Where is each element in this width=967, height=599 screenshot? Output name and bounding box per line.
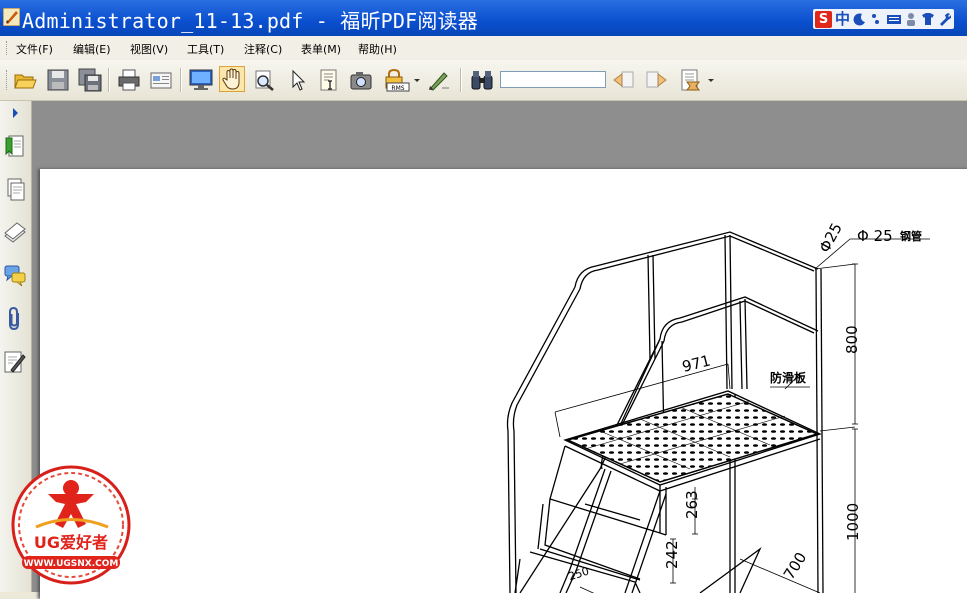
rms-dropdown-icon[interactable] (413, 68, 421, 92)
menu-help[interactable]: 帮助(H) (358, 41, 397, 57)
dim-pipe-dia: Φ 25 (857, 227, 893, 245)
menu-edit[interactable]: 编辑(E) (73, 41, 111, 57)
find-binoculars-icon[interactable] (470, 68, 494, 92)
menu-tools[interactable]: 工具(T) (187, 41, 224, 57)
toolbar-separator (108, 68, 110, 92)
toolbar-separator (460, 68, 462, 92)
search-next-icon[interactable] (644, 68, 668, 92)
bookmarks-icon[interactable] (3, 134, 27, 160)
title-bar: Administrator_11-13.pdf - 福昕PDF阅读器 S 中 (0, 0, 967, 36)
menu-view[interactable]: 视图(V) (130, 41, 168, 57)
window-title: Administrator_11-13.pdf - 福昕PDF阅读器 (22, 9, 478, 33)
main-toolbar: RMS (0, 60, 967, 101)
label-pipe-material: 钢管 (900, 229, 922, 243)
dim-pipe-dia-small: Φ25 (815, 220, 845, 256)
dim-step-rise-2: 242 (663, 540, 681, 569)
save-icon[interactable] (46, 68, 70, 92)
save-all-icon[interactable] (78, 68, 102, 92)
search-prev-icon[interactable] (612, 68, 636, 92)
menu-bar: 文件(F) 编辑(E) 视图(V) 工具(T) 注释(C) 表单(M) 帮助(H… (0, 36, 967, 60)
signatures-icon[interactable] (3, 349, 27, 375)
properties-dropdown-icon[interactable] (707, 68, 715, 92)
open-icon[interactable] (13, 68, 37, 92)
zoom-glass-icon[interactable] (253, 68, 277, 92)
tools-wrench-icon[interactable] (938, 12, 952, 26)
pages-icon[interactable] (3, 177, 27, 203)
menu-file[interactable]: 文件(F) (16, 41, 53, 57)
ug-watermark-logo: UG爱好者 WWW.UGSNX.COM (11, 465, 131, 585)
foxit-app-icon[interactable] (3, 8, 20, 26)
snapshot-icon[interactable] (349, 68, 373, 92)
menu-grip[interactable] (6, 41, 9, 55)
dim-platform-height: 1000 (844, 503, 862, 541)
ug-brand-text: UG爱好者 (34, 533, 108, 552)
skin-shirt-icon[interactable] (921, 12, 935, 26)
find-input[interactable] (500, 71, 606, 88)
expand-arrow-icon[interactable] (3, 103, 27, 123)
ime-toolbar[interactable]: S 中 (813, 9, 955, 29)
menu-comments[interactable]: 注释(C) (244, 41, 282, 57)
label-anti-slip-plate: 防滑板 (770, 370, 807, 385)
dim-step-rise-1: 263 (683, 490, 701, 519)
dim-width: 971 (680, 351, 712, 375)
ime-language-label[interactable]: 中 (835, 10, 850, 28)
email-icon[interactable] (149, 68, 173, 92)
pdf-page[interactable]: Φ25 Φ 25 钢管 971 防滑板 800 1000 263 242 700… (40, 169, 967, 599)
document-properties-icon[interactable] (679, 68, 703, 92)
select-arrow-icon[interactable] (286, 68, 310, 92)
toolbar-grip[interactable] (6, 70, 8, 90)
layers-icon[interactable] (3, 220, 27, 246)
ug-url-text: WWW.UGSNX.COM (24, 559, 119, 569)
fullscreen-icon[interactable] (189, 68, 213, 92)
rms-lock-icon[interactable]: RMS (384, 68, 414, 92)
moon-icon[interactable] (853, 12, 867, 26)
document-viewer[interactable]: Φ25 Φ 25 钢管 971 防滑板 800 1000 263 242 700… (32, 101, 967, 599)
stair-platform-drawing: Φ25 Φ 25 钢管 971 防滑板 800 1000 263 242 700… (506, 220, 930, 593)
text-select-icon[interactable] (317, 68, 341, 92)
menu-form[interactable]: 表单(M) (301, 41, 341, 57)
svg-text:RMS: RMS (391, 85, 404, 92)
comments-icon[interactable] (3, 263, 27, 289)
signature-pen-icon[interactable] (427, 68, 451, 92)
toolbar-separator (180, 68, 182, 92)
attachments-icon[interactable] (3, 306, 27, 332)
dim-rail-height: 800 (843, 325, 861, 354)
user-icon[interactable] (904, 12, 918, 26)
sogou-logo-icon[interactable]: S (815, 10, 832, 28)
punctuation-icon[interactable] (870, 12, 884, 26)
hand-tool-icon[interactable] (219, 66, 245, 92)
print-icon[interactable] (117, 68, 141, 92)
keyboard-icon[interactable] (887, 12, 902, 26)
